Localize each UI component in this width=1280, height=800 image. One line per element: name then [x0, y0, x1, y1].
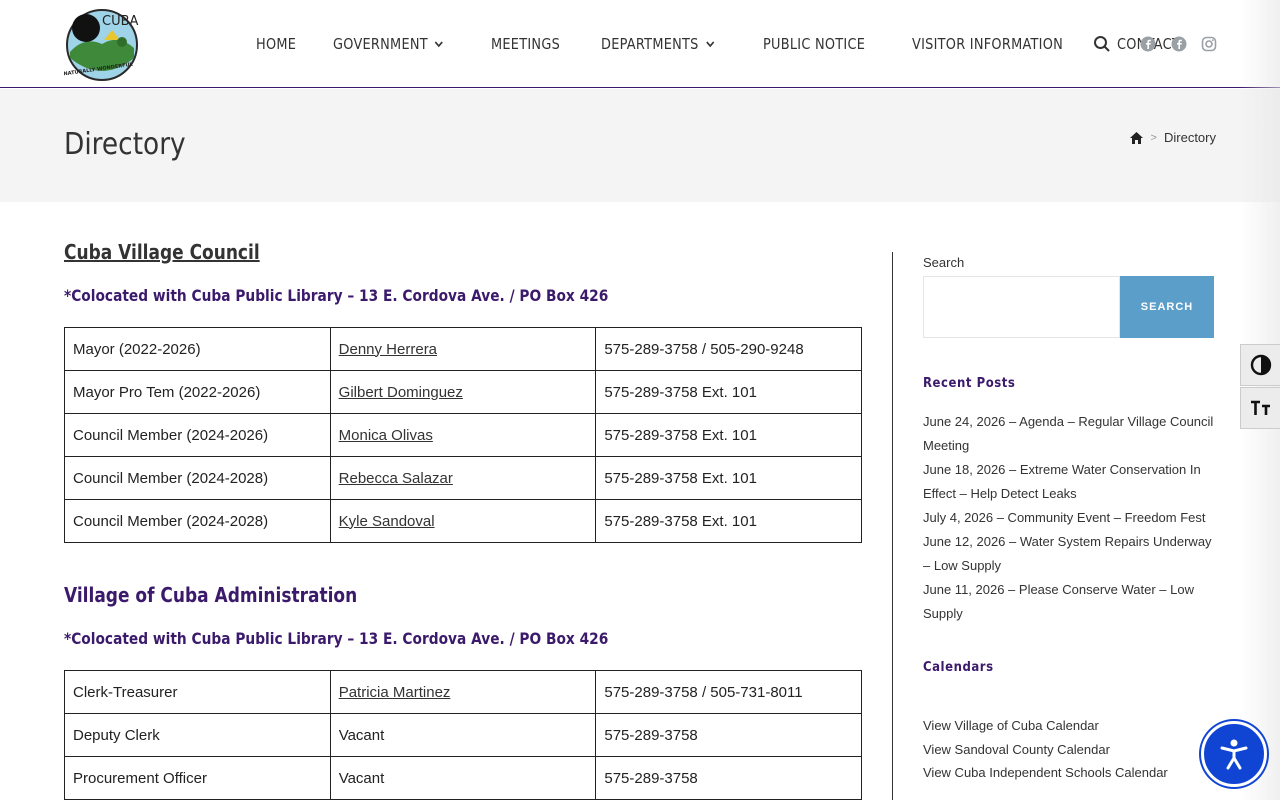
- recent-post-link[interactable]: June 11, 2026 – Please Conserve Water – …: [923, 578, 1215, 626]
- nav-government-label: GOVERNMENT: [332, 35, 428, 53]
- calendar-link[interactable]: View Village of Cuba Calendar: [923, 714, 1215, 738]
- chevron-down-icon: [434, 41, 443, 48]
- accessibility-button[interactable]: [1201, 721, 1267, 787]
- phone-cell: 575-289-3758: [595, 756, 862, 800]
- table-row: Clerk-Treasurer Patricia Martinez 575-289-…: [64, 670, 862, 714]
- table-row: Mayor Pro Tem (2022-2026) Gilbert Domingu…: [64, 370, 862, 414]
- person-link[interactable]: Gilbert Dominguez: [339, 384, 463, 401]
- logo-text: CUBA: [102, 14, 139, 29]
- administration-note: *Colocated with Cuba Public Library – 13…: [64, 629, 609, 648]
- phone-cell: 575-289-3758 / 505-290-9248: [595, 327, 862, 371]
- nav-departments[interactable]: DEPARTMENTS: [601, 35, 715, 53]
- council-note: *Colocated with Cuba Public Library – 13…: [64, 286, 609, 305]
- breadcrumb-current: Directory: [1163, 130, 1216, 145]
- table-row: Mayor (2022-2026) Denny Herrera 575-289-37…: [64, 327, 862, 371]
- person-link[interactable]: Patricia Martinez: [339, 684, 451, 701]
- search-input[interactable]: [923, 276, 1120, 338]
- search-label: Search: [923, 255, 965, 270]
- page-title: Directory: [64, 127, 186, 162]
- main-content: Cuba Village Council *Colocated with Cub…: [64, 240, 862, 800]
- breadcrumb-separator: >: [1150, 131, 1157, 144]
- recent-post-link[interactable]: June 24, 2026 – Agenda – Regular Village…: [923, 410, 1215, 458]
- person-link[interactable]: Rebecca Salazar: [339, 470, 453, 487]
- content-divider: [892, 252, 893, 800]
- nav-meetings-label: MEETINGS: [491, 35, 561, 53]
- table-row: Council Member (2024-2028) Kyle Sandoval 5…: [64, 499, 862, 543]
- administration-table: Clerk-Treasurer Patricia Martinez 575-289-…: [64, 670, 862, 800]
- person-link[interactable]: Denny Herrera: [339, 341, 437, 358]
- nav-home[interactable]: HOME: [256, 35, 296, 53]
- accessibility-icon: [1220, 739, 1248, 770]
- nav-government[interactable]: GOVERNMENT: [333, 35, 443, 53]
- role-cell: Council Member (2024-2028): [64, 499, 331, 543]
- nav-public-notice-label: PUBLIC NOTICE: [762, 35, 866, 53]
- nav-meetings[interactable]: MEETINGS: [491, 35, 560, 53]
- recent-posts-heading: Recent Posts: [923, 376, 1016, 391]
- phone-cell: 575-289-3758 Ext. 101: [595, 413, 862, 457]
- name-cell: Vacant: [329, 756, 597, 800]
- page: CUBA NATURALLY WONDERFUL HOME GOVERNMENT…: [0, 0, 1280, 800]
- table-row: Council Member (2024-2028) Rebecca Salaza…: [64, 456, 862, 500]
- nav-departments-label: DEPARTMENTS: [601, 35, 699, 53]
- facebook-icon[interactable]: [1138, 34, 1158, 54]
- search-icon[interactable]: [1092, 34, 1112, 54]
- phone-cell: 575-289-3758 Ext. 101: [595, 456, 862, 500]
- font-size-button[interactable]: [1240, 387, 1280, 429]
- name-cell: Rebecca Salazar: [329, 456, 597, 500]
- phone-cell: 575-289-3758 Ext. 101: [595, 499, 862, 543]
- sidebar: Search SEARCH Recent Posts June 24, 2026…: [923, 252, 1215, 800]
- table-row: Procurement Officer Vacant 575-289-3758: [64, 756, 862, 800]
- calendar-link[interactable]: View Sandoval County Calendar: [923, 738, 1215, 762]
- table-row: Deputy Clerk Vacant 575-289-3758: [64, 713, 862, 757]
- name-cell: Gilbert Dominguez: [329, 370, 597, 414]
- role-cell: Clerk-Treasurer: [64, 670, 331, 714]
- instagram-icon[interactable]: [1199, 34, 1219, 54]
- nav-visitor-information[interactable]: VISITOR INFORMATION: [912, 35, 1063, 53]
- name-cell: Patricia Martinez: [329, 670, 597, 714]
- role-cell: Deputy Clerk: [64, 713, 331, 757]
- name-cell: Vacant: [329, 713, 597, 757]
- administration-heading: Village of Cuba Administration: [64, 583, 358, 607]
- role-cell: Procurement Officer: [64, 756, 331, 800]
- site-logo[interactable]: CUBA NATURALLY WONDERFUL: [63, 8, 140, 82]
- name-cell: Denny Herrera: [329, 327, 597, 371]
- nav-visitor-information-label: VISITOR INFORMATION: [911, 35, 1063, 53]
- recent-post-link[interactable]: June 18, 2026 – Extreme Water Conservati…: [923, 458, 1215, 506]
- phone-cell: 575-289-3758 / 505-731-8011: [595, 670, 862, 714]
- chevron-down-icon: [706, 41, 715, 48]
- nav-home-label: HOME: [256, 35, 297, 53]
- role-cell: Council Member (2024-2028): [64, 456, 331, 500]
- calendar-link[interactable]: View Cuba Independent Schools Calendar: [923, 761, 1215, 785]
- search-button[interactable]: SEARCH: [1120, 276, 1214, 338]
- font-size-icon: [1250, 400, 1270, 415]
- home-icon[interactable]: [1129, 131, 1144, 145]
- council-table: Mayor (2022-2026) Denny Herrera 575-289-37…: [64, 327, 862, 543]
- phone-cell: 575-289-3758: [595, 713, 862, 757]
- facebook-icon[interactable]: [1169, 34, 1189, 54]
- site-header: CUBA NATURALLY WONDERFUL HOME GOVERNMENT…: [0, 0, 1280, 88]
- calendars-heading: Calendars: [923, 660, 994, 675]
- phone-cell: 575-289-3758 Ext. 101: [595, 370, 862, 414]
- recent-posts-list: June 24, 2026 – Agenda – Regular Village…: [923, 410, 1215, 626]
- search-form: SEARCH: [923, 276, 1214, 338]
- role-cell: Mayor Pro Tem (2022-2026): [64, 370, 331, 414]
- page-title-bar: Directory > Directory: [0, 89, 1280, 202]
- name-cell: Monica Olivas: [329, 413, 597, 457]
- recent-post-link[interactable]: June 12, 2026 – Water System Repairs Und…: [923, 530, 1215, 578]
- main-nav: HOME GOVERNMENT MEETINGS DEPARTMENTS PUB…: [256, 0, 1221, 88]
- contrast-toggle-icon: [1250, 354, 1271, 376]
- role-cell: Council Member (2024-2026): [64, 413, 331, 457]
- council-heading: Cuba Village Council: [64, 240, 260, 264]
- person-link[interactable]: Monica Olivas: [339, 427, 433, 444]
- role-cell: Mayor (2022-2026): [64, 327, 331, 371]
- person-link[interactable]: Kyle Sandoval: [339, 513, 435, 530]
- breadcrumb: > Directory: [1129, 130, 1216, 145]
- nav-public-notice[interactable]: PUBLIC NOTICE: [763, 35, 865, 53]
- table-row: Council Member (2024-2026) Monica Olivas 5…: [64, 413, 862, 457]
- name-cell: Kyle Sandoval: [329, 499, 597, 543]
- contrast-toggle-button[interactable]: [1240, 344, 1280, 386]
- calendars-list: View Village of Cuba Calendar View Sando…: [923, 714, 1215, 785]
- recent-post-link[interactable]: July 4, 2026 – Community Event – Freedom…: [923, 506, 1215, 530]
